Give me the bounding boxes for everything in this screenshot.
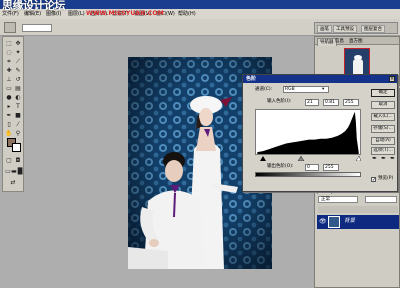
chevron-down-icon[interactable]: ▾: [322, 87, 324, 93]
save-button[interactable]: 存储(S)...: [371, 125, 395, 133]
preview-label: 预览(P): [378, 176, 394, 181]
healing-brush-tool-icon[interactable]: ✚: [5, 67, 13, 75]
levels-histogram: [255, 109, 361, 155]
toolbox: ⬚ ✥ ◌ ✦ ⌗ ⟋ ✚ ✎ ⊥ ↺ ▭ ▤ ● ◐ ▸ T ✒ ■ ▯ ⁄ …: [2, 36, 24, 192]
output-levels-label: 输出色阶(O):: [267, 164, 294, 169]
levels-title: 色阶: [246, 76, 257, 82]
screen-mode-full-icon[interactable]: █: [16, 168, 24, 176]
move-tool-icon[interactable]: ✥: [14, 40, 22, 48]
auto-button[interactable]: 自动(A): [371, 137, 395, 145]
ok-button[interactable]: 确定: [371, 89, 395, 97]
quick-mask-off-icon[interactable]: ▢: [5, 157, 13, 165]
dodge-tool-icon[interactable]: ◐: [14, 94, 22, 102]
clone-stamp-tool-icon[interactable]: ⊥: [5, 76, 13, 84]
cancel-button[interactable]: 取消: [371, 101, 395, 109]
black-point-handle: [260, 156, 266, 161]
menu-help[interactable]: 帮助(H): [178, 10, 196, 18]
hand-tool-icon[interactable]: ✋: [5, 130, 13, 138]
brush-tool-icon[interactable]: ✎: [14, 67, 22, 75]
eyedropper-tool-icon[interactable]: ⁄: [14, 121, 22, 129]
site-url-watermark: WWW.MISSYUAN.COM: [86, 10, 164, 17]
layer-name: 背景: [344, 218, 356, 224]
menu-layer[interactable]: 图层(L): [68, 10, 85, 18]
preview-checkbox[interactable]: ✓: [371, 177, 376, 183]
levels-dialog: 色阶 × 通道(C): RGB ▾ 输入色阶(I): 21 0.81 255 输…: [242, 74, 398, 192]
eraser-tool-icon[interactable]: ▭: [5, 85, 13, 93]
white-eyedropper-icon[interactable]: ✒: [389, 155, 396, 162]
notes-tool-icon[interactable]: ▯: [5, 121, 13, 129]
path-selection-tool-icon[interactable]: ▸: [5, 103, 13, 111]
eye-icon[interactable]: 👁: [319, 218, 327, 225]
slice-tool-icon[interactable]: ⟋: [14, 58, 22, 66]
quick-mask-on-icon[interactable]: ◘: [14, 157, 22, 165]
output-black-field[interactable]: 0: [305, 164, 319, 171]
channel-label: 通道(C):: [255, 87, 273, 92]
output-white-field[interactable]: 255: [323, 164, 339, 171]
input-levels-label: 输入色阶(I):: [267, 99, 292, 104]
well-tab-tool-presets[interactable]: 工具预设: [333, 25, 357, 33]
site-logo-watermark: 思缘设计论坛: [2, 0, 66, 12]
jump-to-imageready-icon[interactable]: ⇄: [9, 179, 17, 187]
current-tool-icon[interactable]: [4, 22, 16, 33]
shape-tool-icon[interactable]: ■: [14, 112, 22, 120]
panel-well: 画笔 工具预设 图层复合: [314, 22, 398, 34]
pen-tool-icon[interactable]: ✒: [5, 112, 13, 120]
gray-eyedropper-icon[interactable]: ✒: [380, 155, 387, 162]
input-black-field[interactable]: 21: [305, 99, 319, 106]
marquee-tool-icon[interactable]: ⬚: [5, 40, 13, 48]
well-tab-layer-comps[interactable]: 图层复合: [361, 25, 385, 33]
layer-thumbnail: [328, 216, 340, 228]
black-eyedropper-icon[interactable]: ✒: [371, 155, 378, 162]
close-icon[interactable]: ×: [389, 76, 395, 82]
input-levels-slider[interactable]: [255, 156, 361, 161]
magic-wand-tool-icon[interactable]: ✦: [14, 49, 22, 57]
levels-title-bar: 色阶 ×: [243, 75, 397, 83]
options-bar: 画笔 工具预设 图层复合: [0, 19, 400, 36]
white-point-handle: [355, 156, 361, 161]
history-brush-tool-icon[interactable]: ↺: [14, 76, 22, 84]
tab-info[interactable]: 信息: [333, 38, 346, 45]
background-color-swatch[interactable]: [12, 143, 21, 152]
blur-tool-icon[interactable]: ●: [5, 94, 13, 102]
lasso-tool-icon[interactable]: ◌: [5, 49, 13, 57]
type-tool-icon[interactable]: T: [14, 103, 22, 111]
tool-option-field[interactable]: [22, 24, 52, 32]
input-gamma-field[interactable]: 0.81: [323, 99, 339, 106]
crop-tool-icon[interactable]: ⌗: [5, 58, 13, 66]
options-button[interactable]: 选项(T)...: [371, 147, 395, 155]
gamma-handle: [297, 156, 305, 161]
opacity-field[interactable]: [365, 196, 397, 203]
tab-histogram[interactable]: 直方图: [347, 38, 365, 45]
gradient-tool-icon[interactable]: ▤: [14, 85, 22, 93]
zoom-tool-icon[interactable]: ⚲: [14, 130, 22, 138]
output-levels-gradient[interactable]: [255, 172, 361, 177]
layer-row-background[interactable]: 👁 背景: [317, 215, 399, 229]
lock-options-row[interactable]: [318, 206, 398, 213]
well-tab-brushes[interactable]: 画笔: [317, 25, 332, 33]
input-white-field[interactable]: 255: [343, 99, 359, 106]
blend-mode-select[interactable]: 正常: [318, 196, 358, 203]
layers-panel: 图层 通道 路径 正常 👁 背景: [314, 184, 400, 288]
navigator-tabs: 导航器 信息 直方图: [315, 37, 399, 46]
load-button[interactable]: 载入(L)...: [371, 113, 395, 121]
